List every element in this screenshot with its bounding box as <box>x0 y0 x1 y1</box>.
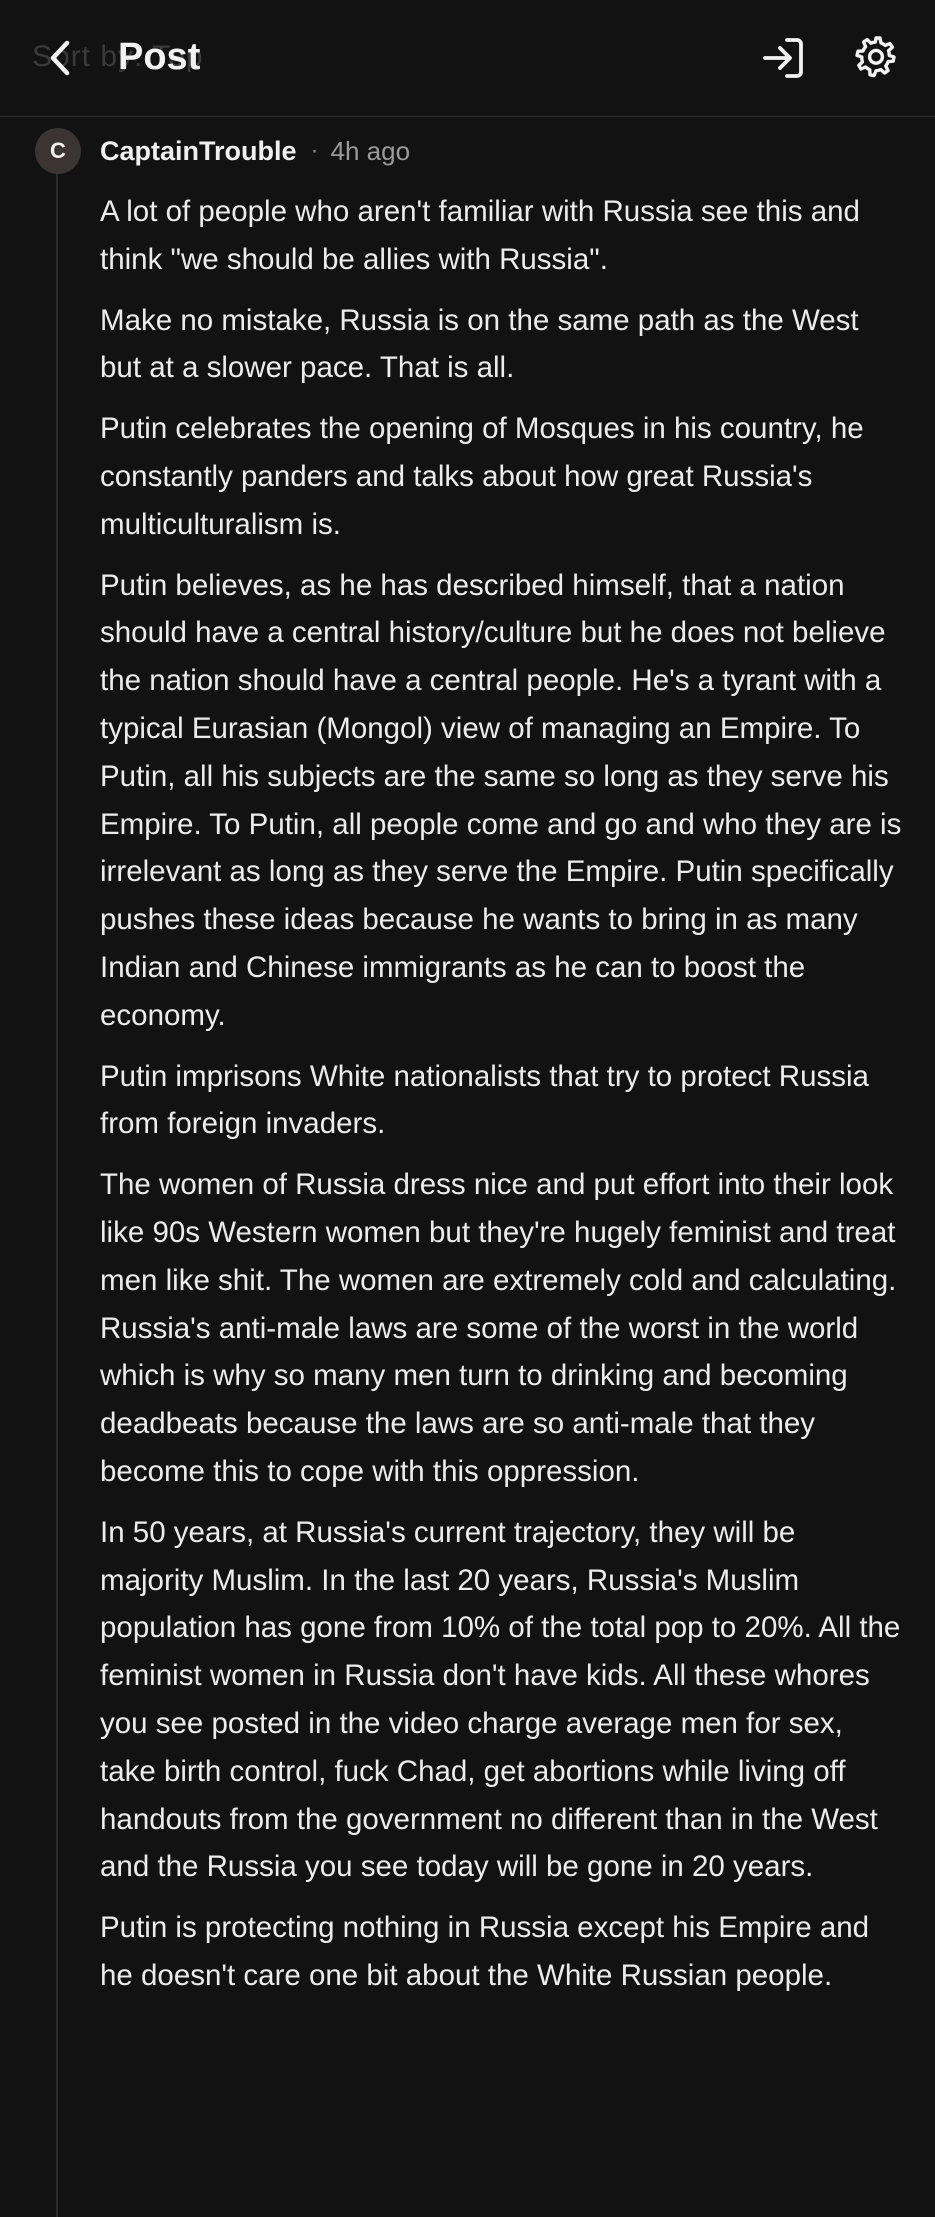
comment-paragraph: A lot of people who aren't familiar with… <box>100 195 860 276</box>
top-bar: Sort by: Top Post <box>0 0 935 117</box>
comment-paragraph: Putin is protecting nothing in Russia ex… <box>100 1911 870 1992</box>
gear-icon <box>855 36 896 78</box>
comment-paragraph: Make no mistake, Russia is on the same p… <box>100 303 859 385</box>
thread-line <box>56 172 58 2217</box>
comment-paragraph: Putin believes, as he has described hims… <box>100 568 902 1032</box>
page-title: Post <box>118 36 201 78</box>
comment-paragraph: Putin celebrates the opening of Mosques … <box>100 412 864 541</box>
separator-dot: · <box>310 137 319 164</box>
login-icon <box>763 38 803 78</box>
author-name[interactable]: CaptainTrouble <box>100 136 297 167</box>
comment-paragraph: In 50 years, at Russia's current traject… <box>100 1515 901 1884</box>
chevron-left-icon <box>50 40 70 76</box>
timestamp: 4h ago <box>330 135 411 166</box>
comment-paragraph: The women of Russia dress nice and put e… <box>100 1168 897 1488</box>
avatar[interactable]: C <box>35 128 81 174</box>
comment-paragraph: Putin imprisons White nationalists that … <box>100 1059 869 1141</box>
back-button[interactable] <box>38 30 82 86</box>
login-button[interactable] <box>758 33 808 83</box>
comment-body: A lot of people who aren't familiar with… <box>100 188 905 2013</box>
settings-button[interactable] <box>850 31 902 83</box>
comment-header: CaptainTrouble · 4h ago <box>100 131 410 171</box>
